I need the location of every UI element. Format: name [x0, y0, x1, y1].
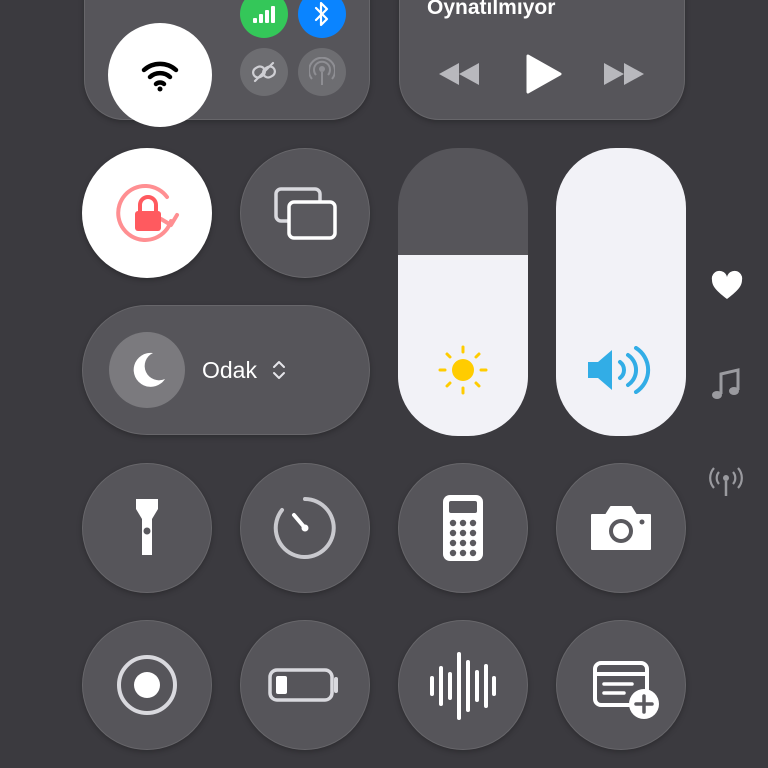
- heart-icon[interactable]: [710, 270, 744, 302]
- chevron-up-down-icon: [273, 361, 285, 379]
- focus-button[interactable]: Odak: [82, 305, 370, 435]
- media-module[interactable]: Oynatılmıyor: [399, 0, 685, 120]
- now-playing-title: Oynatılmıyor: [427, 0, 556, 19]
- focus-icon-circle: [109, 332, 185, 408]
- calculator-icon: [443, 495, 483, 561]
- cellular-button[interactable]: [240, 0, 288, 38]
- quick-note-icon: [593, 661, 659, 719]
- bluetooth-button[interactable]: [298, 0, 346, 38]
- hotspot-icon: [309, 57, 335, 85]
- connectivity-module: [84, 0, 370, 127]
- link-icon: [252, 61, 276, 83]
- cellular-icon: [253, 6, 275, 23]
- flashlight-icon: [136, 499, 158, 555]
- flashlight-button[interactable]: [82, 463, 212, 593]
- play-icon[interactable]: [524, 54, 562, 94]
- screen-mirroring-icon: [274, 187, 337, 240]
- low-power-button[interactable]: [240, 620, 370, 750]
- voice-memo-button[interactable]: [398, 620, 528, 750]
- brightness-slider[interactable]: [398, 148, 528, 436]
- music-note-icon[interactable]: [710, 368, 742, 402]
- moon-icon: [133, 352, 165, 387]
- wifi-button[interactable]: [108, 23, 212, 127]
- timer-button[interactable]: [240, 463, 370, 593]
- fast-forward-icon[interactable]: [602, 61, 646, 87]
- sun-icon: [438, 345, 488, 395]
- antenna-icon[interactable]: [708, 466, 744, 498]
- rewind-icon[interactable]: [437, 61, 481, 87]
- screen-record-button[interactable]: [82, 620, 212, 750]
- screen-record-icon: [117, 655, 177, 715]
- bluetooth-icon: [314, 1, 329, 27]
- quick-note-button[interactable]: [556, 620, 686, 750]
- wifi-icon: [141, 61, 179, 92]
- low-power-icon: [268, 668, 338, 702]
- camera-button[interactable]: [556, 463, 686, 593]
- hotspot-button[interactable]: [298, 48, 346, 96]
- screen-mirroring-button[interactable]: [240, 148, 370, 278]
- voice-memo-icon: [430, 652, 496, 720]
- volume-slider[interactable]: [556, 148, 686, 436]
- calculator-button[interactable]: [398, 463, 528, 593]
- timer-icon: [273, 497, 336, 559]
- orientation-lock-icon: [116, 183, 179, 242]
- orientation-lock-button[interactable]: [82, 148, 212, 278]
- speaker-icon: [588, 346, 651, 394]
- camera-icon: [591, 506, 651, 550]
- link-button[interactable]: [240, 48, 288, 96]
- focus-label: Odak: [202, 357, 257, 383]
